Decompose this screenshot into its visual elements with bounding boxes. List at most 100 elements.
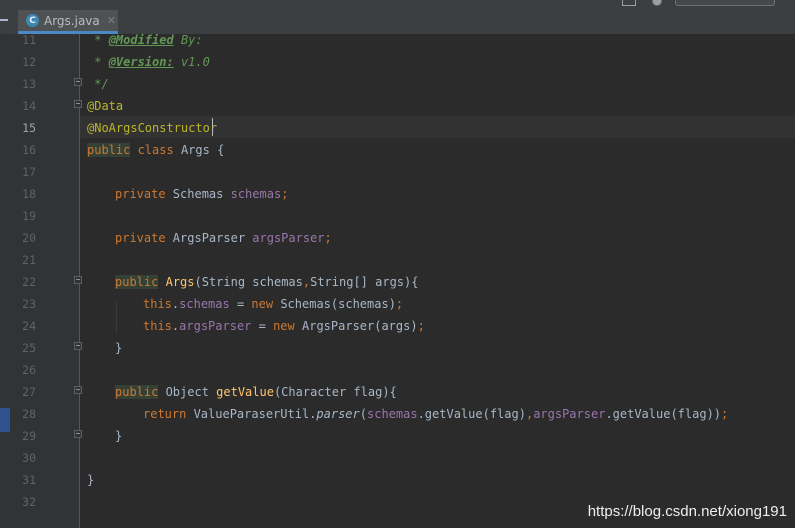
keyword: new: [251, 297, 274, 311]
comment-text: By:: [173, 33, 203, 47]
line-number[interactable]: 12: [10, 51, 36, 73]
watermark-url: https://blog.csdn.net/xiong191: [587, 503, 787, 520]
parameters: (String schemas: [194, 275, 303, 289]
line-number[interactable]: 25: [10, 337, 36, 359]
semicolon: ;: [281, 187, 289, 201]
comment-text: *: [87, 55, 109, 69]
code-line-31: }: [87, 473, 95, 487]
keyword: public: [115, 275, 159, 289]
line-number[interactable]: 17: [10, 161, 36, 183]
line-number[interactable]: 29: [10, 425, 36, 447]
annotation: @Data: [87, 99, 124, 113]
comment-text: *: [87, 33, 109, 47]
type-name: Object: [158, 385, 217, 399]
left-gutter-marker: [0, 408, 10, 432]
class-declaration: Args {: [173, 143, 225, 157]
call: .getValue(flag)): [605, 407, 722, 421]
constructor-name: Args: [165, 275, 195, 289]
keyword: public: [115, 385, 159, 399]
code-line-25: }: [115, 341, 123, 355]
line-number[interactable]: 24: [10, 315, 36, 337]
semicolon: ;: [721, 407, 729, 421]
code-line-14: @Data: [87, 95, 123, 117]
line-number[interactable]: 26: [10, 359, 36, 381]
keyword: private: [115, 187, 166, 201]
line-number[interactable]: 31: [10, 469, 36, 491]
code-line-23: this.schemas = new Schemas(schemas);: [143, 293, 403, 315]
code-line-29: }: [115, 429, 123, 443]
line-number[interactable]: 30: [10, 447, 36, 469]
keyword: this: [143, 297, 172, 311]
search-field[interactable]: [675, 0, 775, 6]
operator: =: [251, 319, 274, 333]
parameters: String[] args){: [310, 275, 419, 289]
field-name: schemas: [367, 407, 418, 421]
field-name: schemas: [230, 187, 282, 201]
semicolon: ;: [324, 231, 332, 245]
line-number[interactable]: 11: [10, 29, 36, 51]
keyword: public: [87, 143, 131, 157]
line-number[interactable]: 32: [10, 491, 36, 513]
fold-marker-icon[interactable]: [74, 386, 82, 394]
field-name: argsParser: [533, 407, 606, 421]
field-name: schemas: [179, 297, 230, 311]
code-line-20: private ArgsParser argsParser;: [115, 227, 332, 249]
code-line-13: */: [87, 77, 109, 91]
indent-guide: [116, 302, 117, 334]
semicolon: ;: [417, 319, 425, 333]
text-caret: [212, 118, 213, 136]
keyword: this: [143, 319, 172, 333]
code-line-22: public Args(String schemas,String[] args…: [115, 271, 418, 293]
semicolon: ;: [395, 297, 404, 311]
field-name: argsParser: [252, 231, 325, 245]
operator: =: [229, 297, 252, 311]
line-number-current[interactable]: 15: [10, 117, 36, 139]
keyword: new: [273, 319, 295, 333]
toolbar-settings-icon[interactable]: [652, 0, 662, 6]
javadoc-tag: @Version:: [108, 55, 174, 69]
method-name: getValue: [216, 385, 274, 399]
code-line-18: private Schemas schemas;: [115, 183, 288, 205]
static-method: parser: [316, 407, 360, 421]
code-line-15: @NoArgsConstructor: [87, 117, 217, 139]
class-ref: ValueParaserUtil.: [186, 407, 317, 421]
line-number[interactable]: 13: [10, 73, 36, 95]
code-line-24: this.argsParser = new ArgsParser(args);: [143, 315, 425, 337]
line-number[interactable]: 23: [10, 293, 36, 315]
type-name: Schemas: [165, 187, 231, 201]
code-line-28: return ValueParaserUtil.parser(schemas.g…: [143, 403, 728, 425]
type-name: ArgsParser: [165, 231, 253, 245]
javadoc-tag: @Modified: [108, 33, 174, 47]
line-number[interactable]: 28: [10, 403, 36, 425]
field-name: argsParser: [179, 319, 252, 333]
code-line-16: public class Args {: [87, 139, 224, 161]
paren: (: [359, 407, 367, 421]
fold-marker-icon[interactable]: [74, 430, 82, 438]
tab-label: Args.java: [44, 13, 100, 28]
line-number[interactable]: 21: [10, 249, 36, 271]
line-number[interactable]: 14: [10, 95, 36, 117]
expression: ArgsParser(args): [294, 319, 418, 333]
collapse-icon[interactable]: [0, 19, 8, 21]
left-tool-strip: [0, 0, 10, 528]
keyword: class: [130, 143, 174, 157]
line-number[interactable]: 18: [10, 183, 36, 205]
comment-text: v1.0: [173, 55, 210, 69]
code-line-11: * @Modified By:: [87, 29, 203, 51]
toolbar-window-icon[interactable]: [622, 0, 636, 6]
fold-marker-icon[interactable]: [74, 100, 82, 108]
fold-marker-icon[interactable]: [74, 78, 82, 86]
line-number[interactable]: 20: [10, 227, 36, 249]
close-icon[interactable]: ✕: [107, 14, 116, 27]
call: .getValue(flag): [417, 407, 526, 421]
line-number[interactable]: 27: [10, 381, 36, 403]
line-number[interactable]: 19: [10, 205, 36, 227]
fold-marker-icon[interactable]: [74, 276, 82, 284]
line-number[interactable]: 16: [10, 139, 36, 161]
line-number[interactable]: 22: [10, 271, 36, 293]
fold-marker-icon[interactable]: [74, 342, 82, 350]
code-line-12: * @Version: v1.0: [87, 51, 210, 73]
java-class-icon: C: [26, 14, 39, 27]
code-line-27: public Object getValue(Character flag){: [115, 381, 397, 403]
